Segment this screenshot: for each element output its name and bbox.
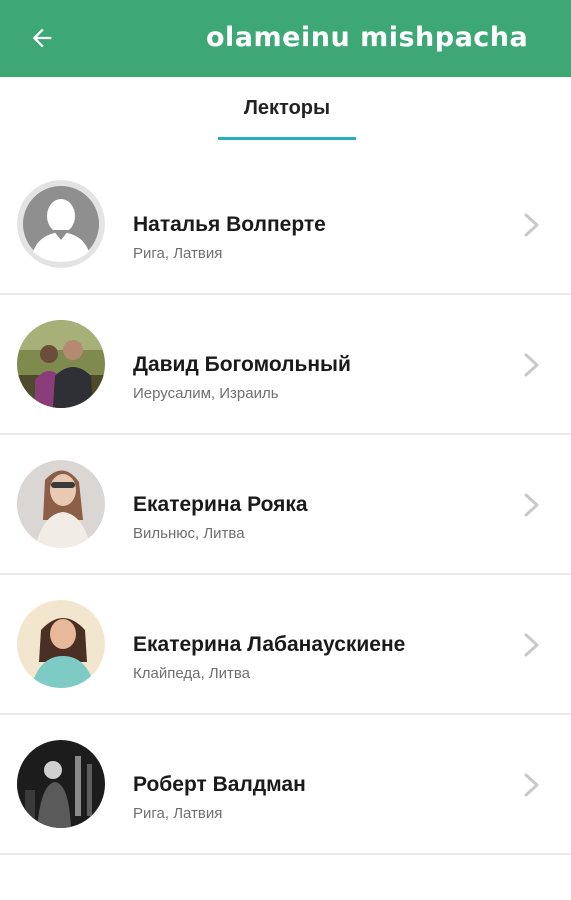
lecturer-name: Роберт Валдман [133, 773, 306, 796]
tab-label: Лекторы [243, 97, 331, 119]
chevron-right-icon [524, 353, 539, 377]
avatar [17, 740, 105, 828]
lecturer-location: Клайпеда, Литва [133, 665, 251, 682]
avatar-photo [17, 740, 105, 828]
lecturer-location: Иерусалим, Израиль [133, 385, 279, 402]
lecturer-name: Давид Богомольный [133, 353, 351, 376]
lecturer-name: Екатерина Лабанаускиене [133, 633, 406, 656]
lecturer-location: Рига, Латвия [133, 245, 223, 262]
lecturer-row[interactable]: Роберт Валдман Рига, Латвия [0, 715, 571, 855]
lecturer-row[interactable]: Наталья Волперте Рига, Латвия [0, 155, 571, 295]
lecturer-row[interactable]: Екатерина Лабанаускиене Клайпеда, Литва [0, 575, 571, 715]
lecturer-list: Наталья Волперте Рига, Латвия Давид Бого… [0, 155, 571, 855]
avatar-photo [17, 460, 105, 548]
avatar-photo [17, 600, 105, 688]
placeholder-person-icon [17, 180, 105, 268]
app-bar: olameinu mishpacha [0, 0, 571, 77]
lecturer-location: Рига, Латвия [133, 805, 223, 822]
avatar [17, 180, 105, 268]
lecturer-name: Екатерина Рояка [133, 493, 308, 516]
avatar [17, 460, 105, 548]
chevron-right-icon [524, 773, 539, 797]
arrow-left-icon [32, 28, 52, 48]
lecturer-name: Наталья Волперте [133, 213, 326, 236]
avatar [17, 600, 105, 688]
tab-active-indicator [218, 137, 356, 140]
tab-lecturers[interactable]: Лекторы [218, 80, 356, 140]
chevron-right-icon [524, 213, 539, 237]
app-title: olameinu mishpacha [206, 22, 529, 53]
lecturer-row[interactable]: Давид Богомольный Иерусалим, Израиль [0, 295, 571, 435]
chevron-right-icon [524, 633, 539, 657]
avatar [17, 320, 105, 408]
back-button[interactable] [22, 18, 62, 58]
lecturer-row[interactable]: Екатерина Рояка Вильнюс, Литва [0, 435, 571, 575]
chevron-right-icon [524, 493, 539, 517]
avatar-photo [17, 320, 105, 408]
lecturer-location: Вильнюс, Литва [133, 525, 245, 542]
